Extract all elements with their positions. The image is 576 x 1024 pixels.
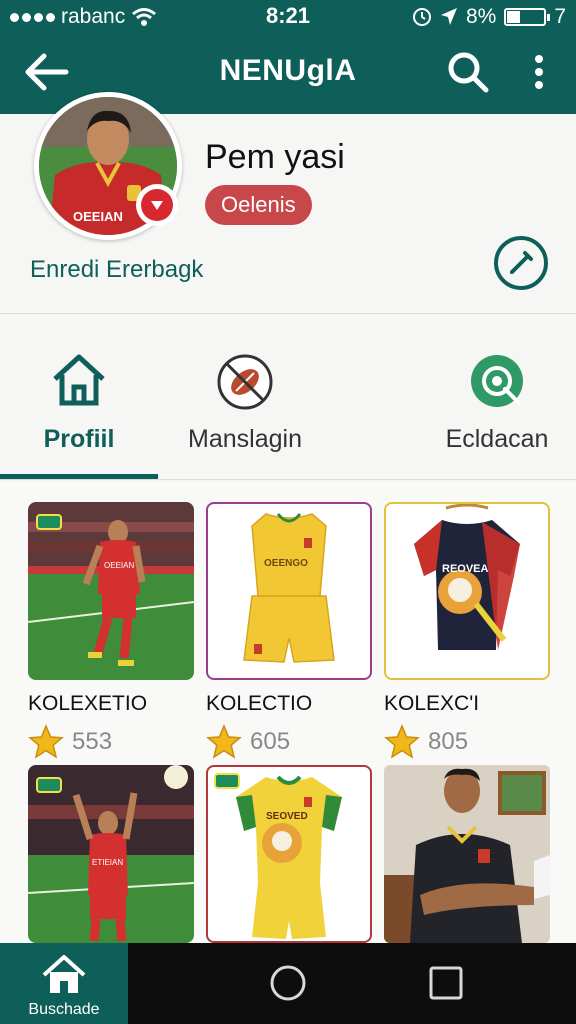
collection-count: 805 bbox=[428, 728, 469, 755]
collection-badge bbox=[36, 514, 62, 530]
collection-name: KOLEXETIO bbox=[28, 692, 148, 715]
profile-name: Pem yasi bbox=[205, 138, 345, 176]
thumb-jersey-text: REOVEA bbox=[442, 563, 489, 575]
thumb-jersey-text: OEENGO bbox=[264, 558, 308, 569]
star-icon bbox=[384, 724, 420, 759]
thumb-jersey-text: ETIEIAN bbox=[92, 858, 123, 867]
collection-meta: 805 bbox=[384, 724, 550, 760]
tab-ecldacan[interactable]: Ecldacan bbox=[418, 315, 576, 480]
search-icon[interactable] bbox=[446, 50, 490, 94]
tab-manslagin[interactable]: Manslagin bbox=[160, 315, 330, 480]
star-icon bbox=[206, 724, 242, 759]
collection-thumb[interactable]: OEENGO bbox=[206, 502, 372, 680]
tab-label-manslagin: Manslagin bbox=[188, 425, 302, 453]
list-item[interactable]: REOVEA KOLEXC'I 805 bbox=[384, 502, 550, 760]
verified-badge bbox=[136, 184, 178, 226]
list-item[interactable]: OEEIAN KOLEXETIO 553 bbox=[28, 502, 194, 760]
tab-label-ecldacan: Ecldacan bbox=[445, 425, 549, 453]
collection-count: 605 bbox=[250, 728, 291, 755]
collection-badge bbox=[214, 773, 240, 789]
collection-thumb[interactable]: ETIEIAN bbox=[28, 765, 194, 943]
collection-thumb[interactable]: REOVEA bbox=[384, 502, 550, 680]
collection-meta: 605 bbox=[206, 724, 372, 760]
recent-apps-icon[interactable] bbox=[428, 965, 464, 1001]
home-icon bbox=[50, 353, 108, 412]
collection-name: KOLECTIO bbox=[206, 692, 313, 715]
tab-bar: Profiil Manslagin Ecldacan bbox=[0, 315, 576, 480]
collection-meta: 553 bbox=[28, 724, 194, 760]
collection-grid: OEEIAN KOLEXETIO 553 OEENGO KOLECTIO 605 bbox=[0, 481, 576, 943]
star-icon bbox=[28, 724, 64, 759]
list-item[interactable]: ETIEIAN bbox=[28, 765, 194, 943]
bottom-nav-home-label: Buschade bbox=[28, 1001, 100, 1018]
target-icon bbox=[469, 353, 525, 414]
tab-indicator bbox=[0, 474, 158, 479]
list-item[interactable]: SEOVED bbox=[206, 765, 372, 943]
collection-badge bbox=[36, 777, 62, 793]
edit-icon[interactable] bbox=[494, 236, 548, 290]
profile-header: OEEIAN Pem yasi Oelenis Enredi Ererbagk bbox=[0, 92, 576, 314]
status-bar: rabanc 8:21 8% 7 bbox=[0, 0, 576, 34]
profile-subtitle: Enredi Ererbagk bbox=[30, 256, 204, 283]
circle-home-icon[interactable] bbox=[268, 963, 308, 1003]
tab-label-profile: Profiil bbox=[43, 425, 115, 453]
ball-icon bbox=[216, 353, 274, 416]
bottom-nav-home[interactable]: Buschade bbox=[0, 943, 128, 1024]
avatar-jersey-text: OEEIAN bbox=[73, 209, 123, 224]
more-vertical-icon[interactable] bbox=[524, 50, 554, 94]
collection-name: KOLEXC'I bbox=[384, 692, 480, 715]
status-pill[interactable]: Oelenis bbox=[205, 185, 312, 225]
list-item[interactable]: OEENGO KOLECTIO 605 bbox=[206, 502, 372, 760]
home-icon bbox=[42, 955, 86, 993]
thumb-jersey-text: OEEIAN bbox=[104, 561, 134, 570]
collection-thumb[interactable]: SEOVED bbox=[206, 765, 372, 943]
tab-profile[interactable]: Profiil bbox=[0, 315, 158, 480]
battery-icon bbox=[504, 8, 551, 26]
collection-thumb[interactable] bbox=[384, 765, 550, 943]
bottom-nav: Buschade bbox=[0, 943, 576, 1024]
thumb-jersey-text: SEOVED bbox=[266, 811, 308, 822]
status-time: 8:21 bbox=[265, 3, 311, 28]
list-item[interactable] bbox=[384, 765, 550, 943]
collection-thumb[interactable]: OEEIAN bbox=[28, 502, 194, 680]
collection-count: 553 bbox=[72, 728, 113, 755]
